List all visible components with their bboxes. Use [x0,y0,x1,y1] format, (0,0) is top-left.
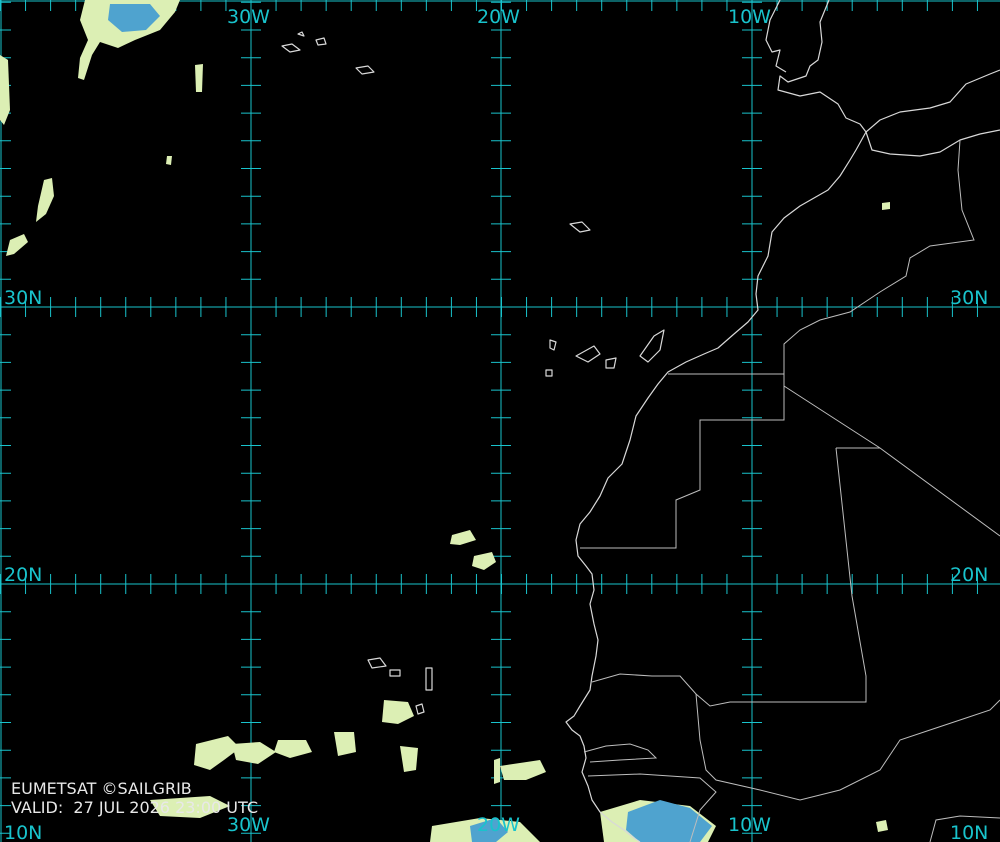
cape-verde-3 [425,667,433,691]
border-senegal [695,693,1000,801]
coast-africa-north [865,129,1000,157]
coast-mediterranean [865,69,1000,133]
azores-3 [355,65,375,75]
azores-2 [315,37,327,46]
credit-caption: EUMETSAT ©SAILGRIB [11,779,192,798]
lon-label-30w-top: 30W [227,6,270,28]
border-morocco-algeria [783,139,975,386]
cloud-speck-1 [166,156,172,165]
satellite-map: 30W 20W 10W 30W 20W 10W 30N 20N 10N 30N … [0,0,1000,842]
border-western-sahara-north [580,373,785,549]
cape-verde-4 [415,703,425,715]
canary-4 [639,329,665,363]
border-mauritania-mali [591,447,880,707]
cloud-island-west [36,178,54,222]
islands-layer [281,31,665,715]
valid-label: VALID: [11,798,64,817]
lat-label-10n-left: 10N [4,822,43,842]
map-canvas [0,0,1000,842]
lat-label-10n-right: 10N [950,822,989,842]
cloud-speck-2 [195,64,203,92]
valid-caption: VALID: 27 JUL 2026 23:00 UTC [11,800,258,816]
cloud-mid-1 [450,530,476,545]
lat-label-20n-right: 20N [950,564,989,586]
coast-iberia-africa [565,0,867,842]
canary-3 [605,357,617,369]
valid-time: 27 JUL 2026 23:00 UTC [73,798,258,817]
border-gambia [583,743,658,763]
cloud-south-2 [232,742,276,764]
madeira [569,221,591,233]
lon-label-10w-bottom: 10W [728,814,771,836]
lat-label-20n-left: 20N [4,564,43,586]
lon-label-10w-top: 10W [728,6,771,28]
lat-label-30n-right: 30N [950,287,989,309]
cape-verde-1 [367,657,387,669]
canary-2 [575,345,601,363]
canary-1 [549,339,557,351]
borders-layer [580,139,1000,842]
cloud-south-12 [876,820,888,832]
lon-label-20w-bottom: 20W [477,814,520,836]
cloud-south-4 [334,732,356,756]
cloud-mid-2 [472,552,496,570]
canary-5 [545,369,553,377]
cloud-south-6 [400,746,418,772]
coastline-layer [565,0,1000,842]
lat-label-30n-left: 30N [4,287,43,309]
cloud-left-edge [0,55,10,125]
cloud-speck-3 [882,202,890,210]
graticule [0,0,1000,842]
cloud-small-west [6,234,28,256]
cloud-south-1 [194,736,240,770]
cape-verde-2 [389,669,401,677]
azores-1 [281,43,301,53]
cloud-south-5 [382,700,414,724]
cloud-layer [0,0,890,842]
cloud-south-8 [500,760,546,780]
cloud-south-3 [274,740,312,758]
azores-4 [297,31,305,37]
border-algeria-mali [783,385,1000,537]
lon-label-30w-bottom: 30W [227,814,270,836]
lon-label-20w-top: 20W [477,6,520,28]
cloud-south-7 [494,758,500,784]
